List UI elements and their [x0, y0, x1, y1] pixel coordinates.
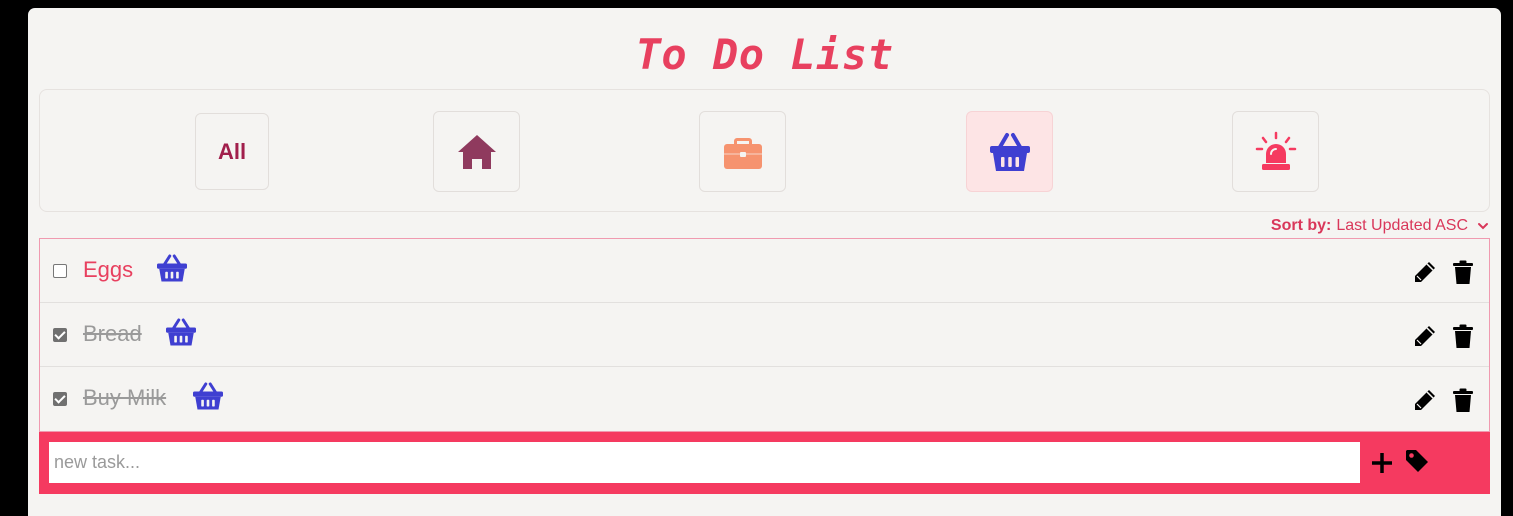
- pencil-icon[interactable]: [1412, 323, 1438, 349]
- chevron-down-icon: [1478, 223, 1488, 230]
- filter-all-label: All: [217, 138, 247, 164]
- filter-home-button[interactable]: [433, 111, 520, 192]
- trash-icon[interactable]: [1450, 259, 1476, 285]
- filter-all-button[interactable]: All: [195, 113, 269, 190]
- task-checkbox[interactable]: [53, 264, 67, 278]
- filter-shopping-button[interactable]: [966, 111, 1053, 192]
- trash-icon[interactable]: [1450, 387, 1476, 413]
- basket-icon: [166, 318, 196, 346]
- filter-work-button[interactable]: [699, 111, 786, 192]
- todo-app: To Do List All Sort by: Last Updated ASC…: [28, 8, 1501, 516]
- task-list: Eggs Bread Buy Milk: [39, 238, 1490, 432]
- trash-icon[interactable]: [1450, 323, 1476, 349]
- task-checkbox[interactable]: [53, 392, 67, 406]
- basket-icon: [193, 382, 223, 410]
- sort-value: Last Updated ASC: [1336, 217, 1468, 234]
- task-row: Eggs: [40, 239, 1489, 303]
- sort-label: Sort by:: [1270, 217, 1332, 234]
- basket-icon: [989, 132, 1030, 171]
- page-title: To Do List: [635, 30, 894, 79]
- filter-urgent-button[interactable]: [1232, 111, 1319, 192]
- task-row: Buy Milk: [40, 367, 1489, 431]
- add-task-bar: [39, 432, 1490, 494]
- task-text[interactable]: Eggs: [83, 257, 133, 283]
- tag-icon[interactable]: [1404, 448, 1430, 474]
- briefcase-icon: [723, 137, 762, 169]
- task-checkbox[interactable]: [53, 328, 67, 342]
- plus-icon[interactable]: [1370, 451, 1394, 475]
- category-filter-bar: All: [39, 89, 1490, 212]
- sort-dropdown[interactable]: Sort by: Last Updated ASC: [1271, 215, 1489, 237]
- basket-icon: [157, 254, 187, 282]
- new-task-input[interactable]: [49, 442, 1360, 483]
- task-text[interactable]: Buy Milk: [83, 385, 166, 411]
- task-text[interactable]: Bread: [83, 321, 142, 347]
- home-icon: [457, 134, 496, 169]
- pencil-icon[interactable]: [1412, 387, 1438, 413]
- pencil-icon[interactable]: [1412, 259, 1438, 285]
- alarm-siren-icon: [1255, 131, 1296, 170]
- task-row: Bread: [40, 303, 1489, 367]
